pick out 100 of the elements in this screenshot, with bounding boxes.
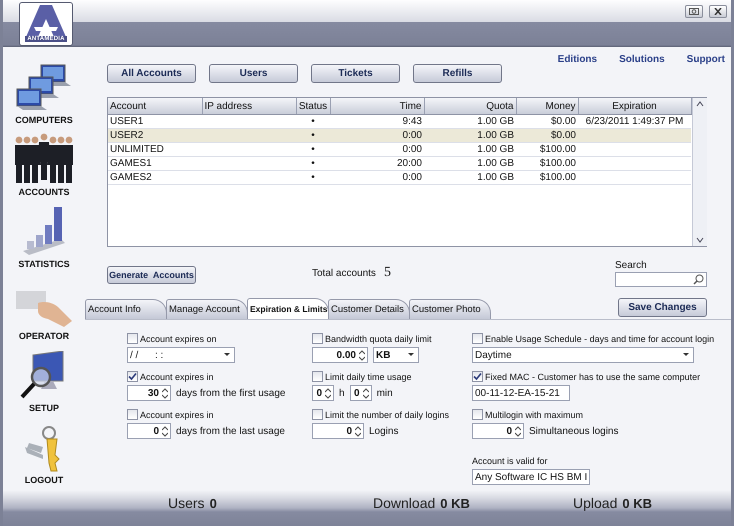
option-label: Account expires on — [140, 334, 217, 344]
spin-field[interactable]: 0 — [472, 423, 524, 439]
search-field[interactable] — [615, 272, 707, 287]
nav-link[interactable]: Support — [686, 54, 725, 65]
spin-arrows-icon[interactable] — [162, 388, 168, 398]
spin-field[interactable]: 30 — [127, 385, 171, 401]
spin-field[interactable]: 0 — [312, 423, 364, 439]
column-header[interactable]: Quota — [424, 98, 516, 114]
checkbox[interactable] — [127, 371, 138, 382]
unit-label: days from the last usage — [176, 426, 285, 436]
status-value: 0 KB — [622, 496, 652, 511]
spin-field[interactable]: 0 — [350, 385, 372, 401]
table-cell: • — [311, 172, 315, 183]
view-button[interactable]: Users — [209, 64, 298, 83]
unit-label: h — [339, 388, 345, 398]
view-button[interactable]: All Accounts — [107, 64, 196, 83]
nav-link[interactable]: Solutions — [619, 54, 665, 65]
spin-arrows-icon[interactable] — [515, 426, 521, 436]
scrollbar[interactable] — [692, 98, 706, 246]
camera-button[interactable] — [685, 4, 703, 18]
column-header[interactable]: IP address — [202, 98, 296, 114]
spin-arrows-icon[interactable] — [325, 388, 331, 398]
checkbox[interactable] — [312, 333, 323, 344]
sidebar-item[interactable]: SETUP — [19, 343, 69, 413]
option-label: Fixed MAC - Customer has to use the same computer — [485, 372, 700, 382]
spin-arrows-icon[interactable] — [359, 350, 365, 360]
spin-arrows-icon[interactable] — [162, 426, 168, 436]
sidebar-item[interactable]: ACCOUNTS — [15, 127, 73, 197]
checkbox[interactable] — [472, 333, 483, 344]
view-button[interactable]: Tickets — [311, 64, 400, 83]
view-button[interactable]: Refills — [413, 64, 502, 83]
table-cell: 1.00 GB — [477, 158, 514, 169]
table-row[interactable]: GAMES1 • 20:00 1.00 GB $100.00 — [108, 156, 691, 170]
table-row[interactable]: USER2 • 0:00 1.00 GB $0.00 — [108, 128, 691, 142]
table-row[interactable]: GAMES2 • 0:00 1.00 GB $100.00 — [108, 170, 691, 184]
table-cell: 1.00 GB — [477, 172, 514, 183]
status-label: Upload — [573, 495, 618, 511]
table-row[interactable]: UNLIMITED • 0:00 1.00 GB $100.00 — [108, 142, 691, 156]
table-cell: 20:00 — [396, 158, 422, 169]
tab[interactable]: Manage Account — [166, 299, 248, 319]
column-header[interactable]: Money — [516, 98, 578, 114]
table-cell: • — [311, 158, 315, 169]
sidebar-item[interactable]: COMPUTERS — [15, 55, 73, 125]
total-accounts-label: Total accounts — [312, 268, 376, 279]
table-cell: 0:00 — [402, 130, 422, 141]
total-accounts-value: 5 — [384, 265, 391, 281]
table-cell: 1.00 GB — [477, 116, 514, 127]
search-icon — [693, 274, 704, 285]
nav-link[interactable]: Editions — [558, 54, 598, 65]
caret-icon — [408, 353, 414, 357]
table-cell: $0.00 — [550, 116, 576, 127]
tab[interactable]: Expiration & Limits — [247, 298, 329, 319]
tab[interactable]: Customer Details — [328, 299, 410, 319]
computers-icon — [15, 63, 73, 113]
dropdown[interactable]: KB — [373, 347, 419, 363]
dropdown[interactable]: / / : : — [127, 347, 235, 363]
checkbox[interactable] — [472, 371, 483, 382]
column-header[interactable]: Expiration — [578, 98, 691, 114]
close-button[interactable] — [709, 4, 727, 18]
spin-field[interactable]: 0 — [127, 423, 171, 439]
tab[interactable]: Customer Photo — [409, 299, 491, 319]
checkbox[interactable] — [127, 333, 138, 344]
checkbox[interactable] — [127, 409, 138, 420]
checkbox[interactable] — [472, 409, 483, 420]
option-label: Limit the number of daily logins — [325, 410, 450, 420]
dropdown[interactable]: Any Software IC HS BM I — [472, 469, 590, 485]
close-icon — [714, 8, 722, 14]
spin-field[interactable]: 0.00 — [312, 347, 368, 363]
table-cell: 9:43 — [402, 116, 422, 127]
bar-chart-icon — [20, 205, 67, 257]
option-label: Account is valid for — [472, 456, 548, 466]
generate-accounts-button[interactable]: Generate Accounts — [107, 266, 196, 284]
option-label: Enable Usage Schedule - days and time for account login — [485, 334, 714, 344]
checkbox[interactable] — [312, 409, 323, 420]
table-cell: 6/23/2011 1:49:37 PM — [586, 116, 684, 127]
checkbox[interactable] — [312, 371, 323, 382]
table-cell: 0:00 — [402, 144, 422, 155]
spin-arrows-icon[interactable] — [362, 388, 369, 398]
save-changes-button[interactable]: Save Changes — [618, 298, 707, 317]
dropdown[interactable]: Daytime — [472, 347, 694, 363]
option-label: Account expires in — [140, 410, 214, 420]
spin-arrows-icon[interactable] — [355, 426, 361, 436]
table-cell: USER2 — [110, 130, 144, 141]
column-header[interactable]: Account — [108, 98, 202, 114]
spin-field[interactable]: 0 — [312, 385, 334, 401]
table-cell: USER1 — [110, 116, 144, 127]
table-cell: GAMES1 — [110, 158, 152, 169]
tab[interactable]: Account Info — [85, 299, 167, 319]
table-cell: 1.00 GB — [477, 144, 514, 155]
table-cell: • — [311, 130, 315, 141]
sidebar-item[interactable]: OPERATOR — [14, 271, 74, 341]
column-header[interactable]: Status — [296, 98, 330, 114]
column-header[interactable]: Time — [330, 98, 424, 114]
sidebar-item[interactable]: LOGOUT — [21, 415, 67, 485]
option-label: Limit daily time usage — [325, 372, 412, 382]
table-cell: $0.00 — [550, 130, 576, 141]
table-row[interactable]: USER1 • 9:43 1.00 GB $0.00 6/23/2011 1:49:37 PM — [108, 114, 691, 128]
sidebar-item[interactable]: STATISTICS — [18, 199, 70, 269]
table-cell: UNLIMITED — [110, 144, 164, 155]
mac-field[interactable]: 00-11-12-EA-15-21 — [472, 385, 570, 401]
